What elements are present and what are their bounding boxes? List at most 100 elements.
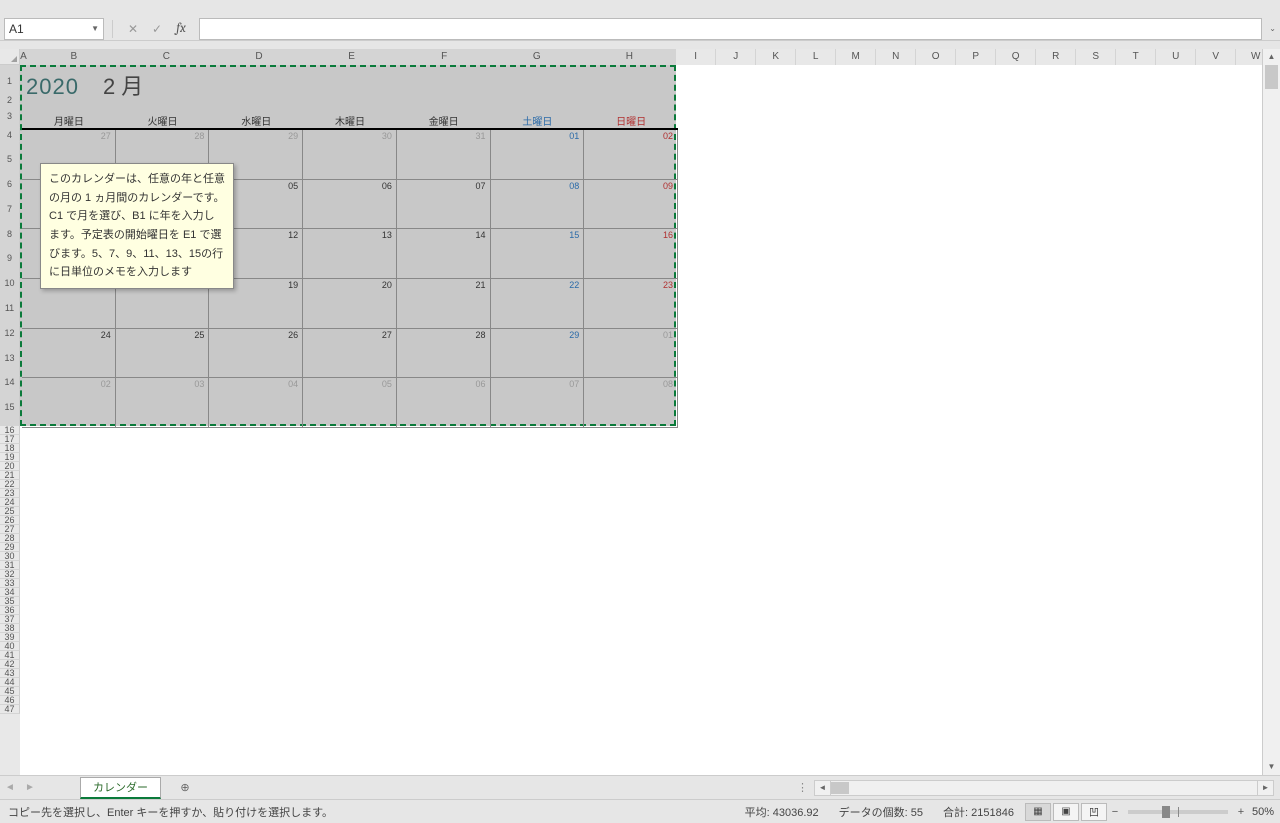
worksheet-area[interactable]: 1234567891011121314151617181920212223242…: [0, 65, 1262, 775]
calendar-cell[interactable]: 20: [303, 279, 397, 329]
calendar-cell[interactable]: 30: [303, 130, 397, 180]
calendar-cell[interactable]: 26: [209, 329, 303, 379]
view-page-break-button[interactable]: 凹: [1081, 803, 1107, 821]
scroll-right-icon[interactable]: ►: [1257, 781, 1273, 795]
zoom-slider-thumb[interactable]: [1162, 806, 1170, 818]
column-header-V[interactable]: V: [1196, 49, 1236, 65]
scroll-up-icon[interactable]: ▲: [1263, 49, 1280, 65]
tab-nav-next-icon[interactable]: ►: [20, 782, 40, 793]
tab-split-handle[interactable]: ⋮: [797, 781, 808, 794]
hscroll-thumb[interactable]: [831, 782, 849, 794]
calendar-cell[interactable]: 29: [491, 329, 585, 379]
column-header-A[interactable]: A: [20, 49, 28, 65]
view-page-layout-button[interactable]: ▣: [1053, 803, 1079, 821]
calendar-cell[interactable]: 03: [116, 378, 210, 428]
column-header-B[interactable]: B: [28, 49, 121, 65]
column-header-H[interactable]: H: [584, 49, 677, 65]
scroll-left-icon[interactable]: ◄: [815, 781, 831, 795]
column-header-Q[interactable]: Q: [996, 49, 1036, 65]
calendar-cell[interactable]: 15: [491, 229, 585, 279]
sheet-tab-calendar[interactable]: カレンダー: [80, 777, 161, 799]
insert-function-button[interactable]: fx: [171, 19, 191, 39]
cancel-button[interactable]: ✕: [123, 19, 143, 39]
calendar-cell[interactable]: 27: [303, 329, 397, 379]
calendar-cell[interactable]: 31: [397, 130, 491, 180]
column-header-J[interactable]: J: [716, 49, 756, 65]
calendar-cell[interactable]: 06: [303, 180, 397, 230]
row-header-2[interactable]: 2: [0, 97, 20, 104]
calendar-cell[interactable]: 16: [584, 229, 678, 279]
calendar-cell[interactable]: 09: [584, 180, 678, 230]
calendar-cell[interactable]: 21: [397, 279, 491, 329]
calendar-date-number: 05: [382, 379, 392, 389]
calendar-cell[interactable]: 22: [491, 279, 585, 329]
row-header-5[interactable]: 5: [0, 142, 20, 178]
calendar-cell[interactable]: 13: [303, 229, 397, 279]
row-header-8[interactable]: 8: [0, 227, 20, 241]
column-header-G[interactable]: G: [491, 49, 584, 65]
select-all-corner[interactable]: [0, 49, 20, 64]
row-header-9[interactable]: 9: [0, 241, 20, 277]
column-header-C[interactable]: C: [121, 49, 214, 65]
column-header-S[interactable]: S: [1076, 49, 1116, 65]
row-header-12[interactable]: 12: [0, 326, 20, 340]
formula-input[interactable]: [199, 18, 1262, 40]
column-header-N[interactable]: N: [876, 49, 916, 65]
row-header-4[interactable]: 4: [0, 128, 20, 142]
zoom-slider[interactable]: [1128, 810, 1228, 814]
expand-formula-bar-icon[interactable]: ⌄: [1269, 24, 1276, 33]
column-header-F[interactable]: F: [398, 49, 491, 65]
zoom-in-button[interactable]: +: [1234, 806, 1248, 818]
calendar-cell[interactable]: 02: [22, 378, 116, 428]
calendar-cell[interactable]: 06: [397, 378, 491, 428]
tab-nav-prev-icon[interactable]: ◄: [0, 782, 20, 793]
column-header-L[interactable]: L: [796, 49, 836, 65]
vscroll-thumb[interactable]: [1265, 65, 1278, 89]
column-header-K[interactable]: K: [756, 49, 796, 65]
row-header-6[interactable]: 6: [0, 178, 20, 192]
row-header-1[interactable]: 1: [0, 65, 20, 97]
row-header-11[interactable]: 11: [0, 291, 20, 327]
row-header-10[interactable]: 10: [0, 277, 20, 291]
vertical-scrollbar[interactable]: ▲ ▼: [1262, 49, 1280, 775]
calendar-cell[interactable]: 07: [397, 180, 491, 230]
column-header-P[interactable]: P: [956, 49, 996, 65]
row-header-13[interactable]: 13: [0, 340, 20, 376]
column-header-T[interactable]: T: [1116, 49, 1156, 65]
view-normal-button[interactable]: ▦: [1025, 803, 1051, 821]
add-sheet-button[interactable]: ⊕: [173, 776, 197, 800]
calendar-cell[interactable]: 24: [22, 329, 116, 379]
column-header-R[interactable]: R: [1036, 49, 1076, 65]
name-box[interactable]: A1 ▼: [4, 18, 104, 40]
row-header-7[interactable]: 7: [0, 192, 20, 228]
calendar-cell[interactable]: 08: [491, 180, 585, 230]
horizontal-scrollbar[interactable]: ◄ ►: [814, 780, 1274, 796]
confirm-button[interactable]: ✓: [147, 19, 167, 39]
row-header-15[interactable]: 15: [0, 390, 20, 426]
column-header-O[interactable]: O: [916, 49, 956, 65]
calendar-cell[interactable]: 01: [491, 130, 585, 180]
scroll-down-icon[interactable]: ▼: [1263, 759, 1280, 775]
name-box-dropdown-icon[interactable]: ▼: [91, 24, 99, 33]
column-header-D[interactable]: D: [213, 49, 306, 65]
row-header-14[interactable]: 14: [0, 376, 20, 390]
cell-grid[interactable]: 2020 2 月 月曜日火曜日水曜日木曜日金曜日土曜日日曜日2728293031…: [20, 65, 1262, 775]
calendar-cell[interactable]: 04: [209, 378, 303, 428]
calendar-cell[interactable]: 25: [116, 329, 210, 379]
column-header-E[interactable]: E: [306, 49, 399, 65]
row-header-47[interactable]: 47: [0, 705, 20, 714]
calendar-cell[interactable]: 08: [584, 378, 678, 428]
column-header-U[interactable]: U: [1156, 49, 1196, 65]
calendar-cell[interactable]: 28: [397, 329, 491, 379]
column-header-I[interactable]: I: [676, 49, 716, 65]
calendar-cell[interactable]: 05: [303, 378, 397, 428]
column-header-M[interactable]: M: [836, 49, 876, 65]
calendar-cell[interactable]: 14: [397, 229, 491, 279]
row-header-3[interactable]: 3: [0, 104, 20, 128]
calendar-cell[interactable]: 23: [584, 279, 678, 329]
calendar-cell[interactable]: 07: [491, 378, 585, 428]
calendar-cell[interactable]: 02: [584, 130, 678, 180]
calendar-cell[interactable]: 01: [584, 329, 678, 379]
zoom-out-button[interactable]: −: [1108, 806, 1122, 818]
zoom-value[interactable]: 50%: [1252, 806, 1274, 818]
